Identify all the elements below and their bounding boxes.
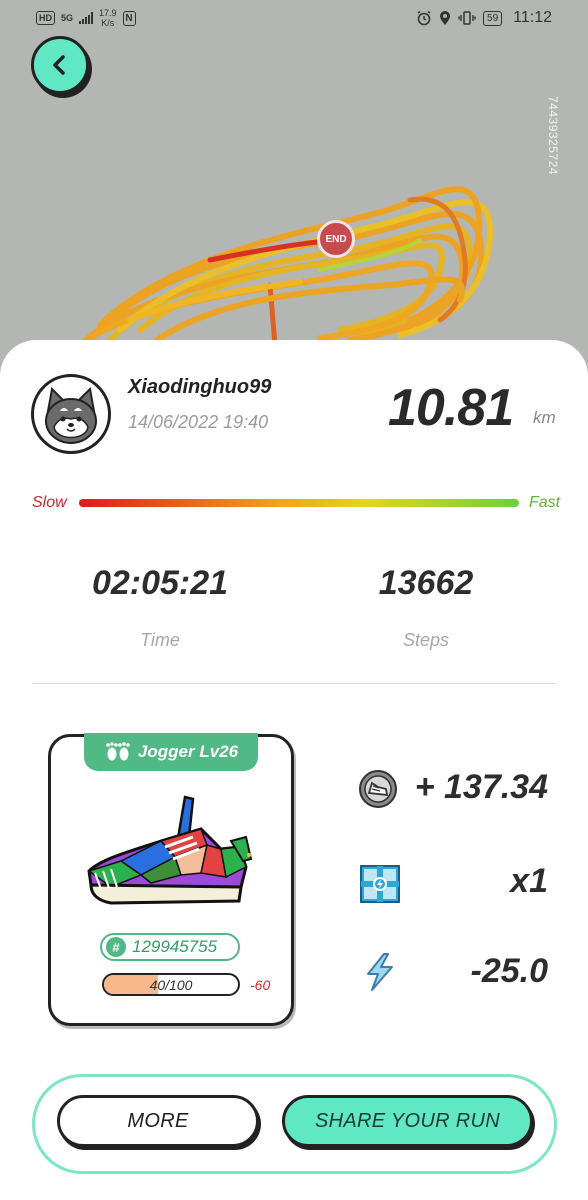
time-label: Time xyxy=(140,630,180,650)
run-datetime: 14/06/2022 19:40 xyxy=(128,412,269,432)
durability-text: 40/100 xyxy=(149,976,193,993)
battery-icon: 59 xyxy=(483,10,503,26)
clock: 11:12 xyxy=(513,9,552,26)
distance-value: 10.81 xyxy=(388,379,514,437)
signal-icon xyxy=(79,12,94,24)
nfc-icon: N xyxy=(122,10,136,26)
distance-unit: km xyxy=(533,408,556,427)
status-bar: HD 5G 17.9 K/s N 59 11:12 xyxy=(0,0,588,36)
record-id: 7443932572​4 xyxy=(546,96,560,175)
sneaker-type-level: Jogger Lv26 xyxy=(137,742,239,761)
token-earned: + 137.34 xyxy=(414,768,548,806)
alarm-icon xyxy=(417,10,431,26)
divider xyxy=(32,683,556,684)
speed-gradient-bar xyxy=(79,499,519,507)
location-icon xyxy=(440,11,451,25)
end-marker: END xyxy=(317,220,355,258)
sneaker-token-icon xyxy=(359,770,397,808)
hash-icon: # xyxy=(106,937,126,957)
lightning-energy-icon xyxy=(367,953,393,991)
back-button[interactable] xyxy=(31,36,89,94)
network-speed: 17.9 K/s xyxy=(99,8,117,28)
action-bar: MORE SHARE YOUR RUN xyxy=(32,1074,557,1174)
run-summary-card: Xiaodinghuo99 14/06/2022 19:40 10.81 km … xyxy=(0,340,588,1200)
network-type: 5G xyxy=(61,12,74,23)
vibrate-icon xyxy=(458,11,476,25)
footprints-icon xyxy=(106,742,130,761)
avatar[interactable] xyxy=(31,374,111,454)
sneaker-card[interactable]: Jogger Lv26 # 129945755 40/100 -60 xyxy=(48,733,294,1026)
more-button[interactable]: MORE xyxy=(57,1095,259,1147)
sneaker-tag: Jogger Lv26 xyxy=(84,733,258,771)
durability-bar: 40/100 xyxy=(102,973,240,996)
multiplier-value: x1 xyxy=(510,862,548,900)
time-value: 02:05:21 xyxy=(91,564,229,602)
speed-slow-label: Slow xyxy=(32,494,67,511)
username: Xiaodinghuo99 xyxy=(128,376,272,398)
back-arrow-icon xyxy=(53,55,65,75)
steps-value: 13662 xyxy=(378,564,474,602)
energy-spent: -25.0 xyxy=(470,952,549,990)
mystery-box-icon xyxy=(360,865,400,903)
shiba-dog-avatar-icon xyxy=(45,386,97,444)
share-run-button[interactable]: SHARE YOUR RUN xyxy=(282,1095,533,1147)
sneaker-image xyxy=(87,795,253,905)
steps-label: Steps xyxy=(402,630,450,650)
durability-change: -60 xyxy=(250,977,271,993)
speed-fast-label: Fast xyxy=(529,494,561,511)
sneaker-id: # 129945755 xyxy=(100,933,240,961)
hd-badge: HD xyxy=(36,11,55,25)
